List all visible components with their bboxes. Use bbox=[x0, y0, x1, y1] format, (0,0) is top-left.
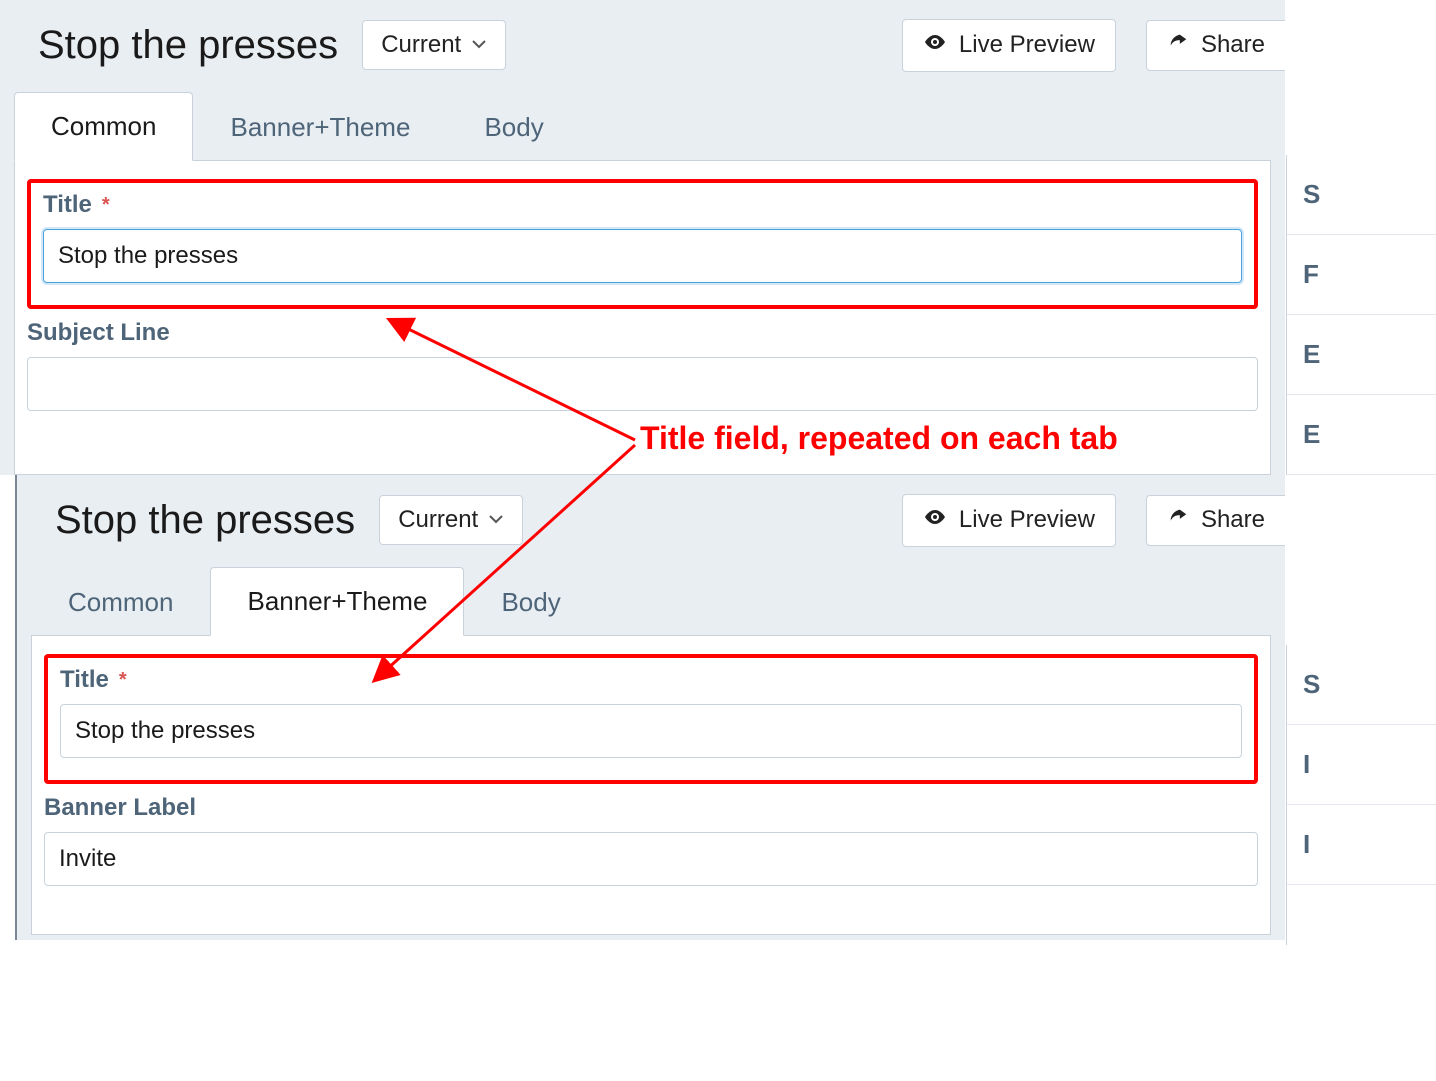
tab-common[interactable]: Common bbox=[31, 568, 210, 636]
subject-label-text: Subject Line bbox=[27, 319, 170, 347]
title-label-text: Title bbox=[43, 191, 92, 219]
tab-banner-theme[interactable]: Banner+Theme bbox=[210, 567, 464, 636]
live-preview-label: Live Preview bbox=[959, 31, 1095, 59]
chevron-down-icon bbox=[488, 506, 504, 534]
annotation-highlight-box: Title * bbox=[44, 654, 1258, 784]
eye-icon bbox=[923, 505, 947, 536]
share-icon bbox=[1167, 31, 1189, 60]
annotation-highlight-box: Title * bbox=[27, 179, 1258, 309]
page-title: Stop the presses bbox=[38, 23, 338, 68]
sidebar-item[interactable]: I bbox=[1287, 805, 1436, 885]
share-icon bbox=[1167, 506, 1189, 535]
sidebar-item[interactable]: S bbox=[1287, 645, 1436, 725]
sidebar-item[interactable]: E bbox=[1287, 315, 1436, 395]
required-star-icon: * bbox=[102, 195, 110, 215]
subject-field-group: Subject Line bbox=[27, 319, 1258, 411]
sidebar-item[interactable]: I bbox=[1287, 725, 1436, 805]
share-button[interactable]: Share bbox=[1146, 495, 1285, 546]
share-label: Share bbox=[1201, 31, 1265, 59]
title-input[interactable] bbox=[60, 704, 1242, 758]
version-dropdown-label: Current bbox=[381, 31, 461, 59]
header: Stop the presses Current Live Preview Sh… bbox=[0, 0, 1285, 90]
share-label: Share bbox=[1201, 506, 1265, 534]
sidebar-item[interactable]: S bbox=[1287, 155, 1436, 235]
version-dropdown[interactable]: Current bbox=[362, 20, 506, 70]
form-area: Title * Banner Label bbox=[31, 635, 1271, 935]
annotation-callout: Title field, repeated on each tab bbox=[640, 420, 1118, 457]
required-star-icon: * bbox=[119, 670, 127, 690]
subject-input[interactable] bbox=[27, 357, 1258, 411]
banner-label-label: Banner Label bbox=[44, 794, 1258, 822]
sidebar-item[interactable]: E bbox=[1287, 395, 1436, 475]
title-input[interactable] bbox=[43, 229, 1242, 283]
sidebar-sliver: S I I bbox=[1286, 645, 1436, 945]
title-label: Title * bbox=[43, 191, 1242, 219]
tabs: Common Banner+Theme Body bbox=[17, 565, 1285, 635]
chevron-down-icon bbox=[471, 31, 487, 59]
live-preview-button[interactable]: Live Preview bbox=[902, 19, 1116, 72]
version-dropdown[interactable]: Current bbox=[379, 495, 523, 545]
tab-banner-theme[interactable]: Banner+Theme bbox=[193, 93, 447, 161]
tab-body[interactable]: Body bbox=[447, 93, 580, 161]
banner-label-input[interactable] bbox=[44, 832, 1258, 886]
panel-banner-tab: Stop the presses Current Live Preview Sh… bbox=[15, 475, 1285, 940]
title-label: Title * bbox=[60, 666, 1242, 694]
share-button[interactable]: Share bbox=[1146, 20, 1285, 71]
page-title: Stop the presses bbox=[55, 498, 355, 543]
eye-icon bbox=[923, 30, 947, 61]
title-field-group: Title * bbox=[60, 666, 1242, 758]
title-label-text: Title bbox=[60, 666, 109, 694]
subject-label: Subject Line bbox=[27, 319, 1258, 347]
header: Stop the presses Current Live Preview Sh… bbox=[17, 475, 1285, 565]
version-dropdown-label: Current bbox=[398, 506, 478, 534]
tab-body[interactable]: Body bbox=[464, 568, 597, 636]
sidebar-sliver: S F E E bbox=[1286, 155, 1436, 475]
live-preview-button[interactable]: Live Preview bbox=[902, 494, 1116, 547]
banner-label-label-text: Banner Label bbox=[44, 794, 196, 822]
title-field-group: Title * bbox=[43, 191, 1242, 283]
tab-common[interactable]: Common bbox=[14, 92, 193, 161]
panel-common-tab: Stop the presses Current Live Preview Sh… bbox=[0, 0, 1285, 475]
banner-label-field-group: Banner Label bbox=[44, 794, 1258, 886]
sidebar-item[interactable]: F bbox=[1287, 235, 1436, 315]
tabs: Common Banner+Theme Body bbox=[0, 90, 1285, 160]
live-preview-label: Live Preview bbox=[959, 506, 1095, 534]
